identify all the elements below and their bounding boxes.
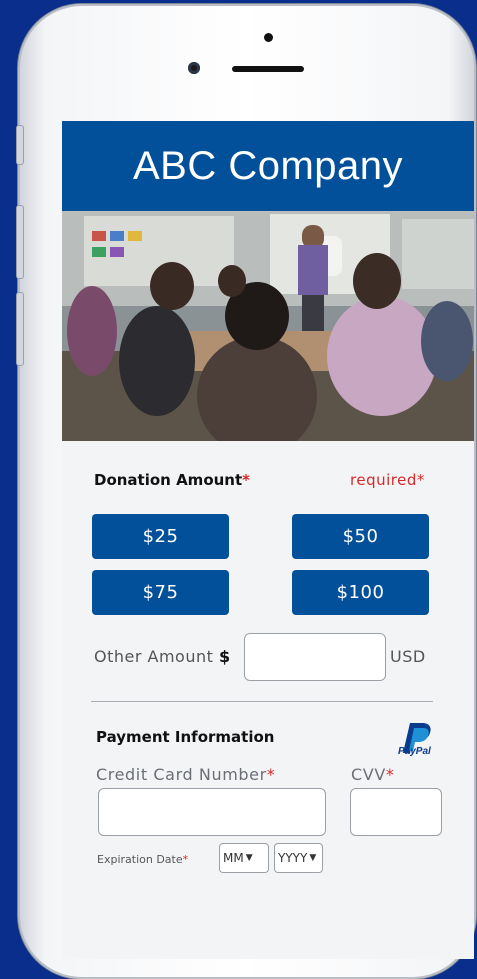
payment-info-title: Payment Information xyxy=(96,728,275,746)
volume-down-button xyxy=(16,292,24,366)
volume-up-button xyxy=(16,205,24,279)
dropdown-arrow-icon: ▼ xyxy=(245,853,253,863)
card-number-text: Credit Card Number xyxy=(96,765,267,784)
currency-label: USD xyxy=(390,647,426,666)
required-star: * xyxy=(266,765,276,784)
amount-25-button[interactable]: $25 xyxy=(92,514,229,559)
proximity-sensor xyxy=(264,33,273,42)
phone-frame: ABC Company Donation Amount* required* $… xyxy=(18,4,476,979)
required-star: * xyxy=(242,471,251,489)
expiration-label: Expiration Date* xyxy=(97,853,188,866)
classroom-photo xyxy=(62,211,474,441)
company-title: ABC Company xyxy=(132,143,404,188)
dollar-sign: $ xyxy=(218,647,231,666)
year-value: YYYY xyxy=(278,851,308,865)
amount-75-button[interactable]: $75 xyxy=(92,570,229,615)
other-amount-text: Other Amount xyxy=(94,647,214,666)
card-number-label: Credit Card Number* xyxy=(96,765,275,784)
amount-50-button[interactable]: $50 xyxy=(292,514,429,559)
expiration-text: Expiration Date xyxy=(97,853,183,866)
card-number-input[interactable] xyxy=(98,788,326,836)
required-note: required* xyxy=(350,471,425,489)
cvv-input[interactable] xyxy=(350,788,442,836)
phone-screen: ABC Company Donation Amount* required* $… xyxy=(62,121,474,959)
section-divider xyxy=(91,701,433,702)
dropdown-arrow-icon: ▼ xyxy=(309,853,317,863)
classroom-image xyxy=(62,211,474,441)
month-value: MM xyxy=(223,851,244,865)
amount-100-button[interactable]: $100 xyxy=(292,570,429,615)
cvv-text: CVV xyxy=(351,765,386,784)
expiration-year-select[interactable]: YYYY ▼ xyxy=(274,843,323,873)
donation-amount-text: Donation Amount xyxy=(94,471,243,489)
front-camera xyxy=(188,62,200,74)
earpiece-speaker xyxy=(232,66,304,72)
other-amount-input[interactable] xyxy=(244,633,386,681)
expiration-month-select[interactable]: MM ▼ xyxy=(219,843,269,873)
cvv-label: CVV* xyxy=(351,765,394,784)
other-amount-label: Other Amount $ xyxy=(94,647,231,666)
donation-amount-label: Donation Amount* xyxy=(94,471,250,489)
paypal-text: PayPal xyxy=(398,746,431,757)
required-star: * xyxy=(182,853,189,866)
app-header: ABC Company xyxy=(62,121,474,211)
required-star: * xyxy=(385,765,395,784)
mute-switch xyxy=(16,125,24,165)
